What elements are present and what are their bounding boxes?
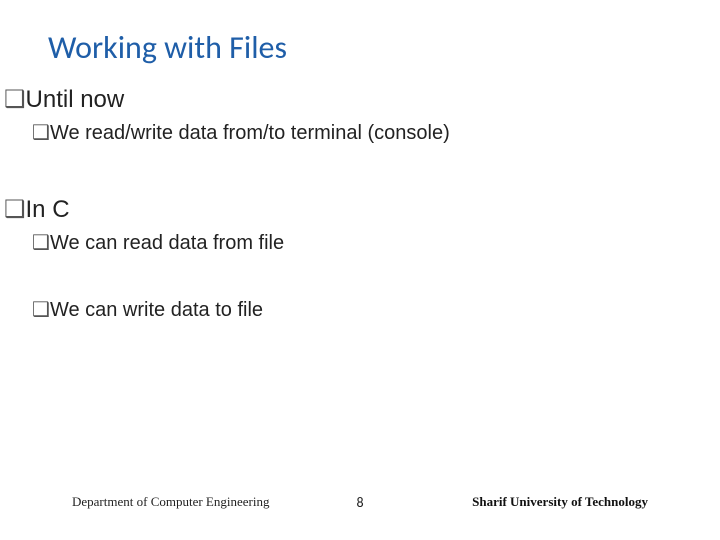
bullet-marker-icon: ❑ [4, 196, 26, 223]
bullet-marker-icon: ❑ [32, 232, 50, 254]
footer-university: Sharif University of Technology [472, 494, 648, 510]
footer-page-number: 8 [356, 494, 363, 511]
bullet-level1: ❑In C [4, 195, 672, 224]
bullet-level1: ❑Until now [4, 85, 672, 114]
slide-title: Working with Files [48, 28, 672, 67]
bullet-level2: ❑We can write data to file [32, 297, 672, 322]
bullet-text: We can write data to file [50, 299, 263, 321]
bullet-marker-icon: ❑ [32, 122, 50, 144]
footer-department: Department of Computer Engineering [72, 494, 269, 510]
bullet-text: We read/write data from/to terminal (con… [50, 122, 450, 144]
slide-content: ❑Until now ❑We read/write data from/to t… [4, 85, 672, 322]
bullet-marker-icon: ❑ [32, 299, 50, 321]
bullet-level2: ❑We read/write data from/to terminal (co… [32, 120, 672, 145]
slide: Working with Files ❑Until now ❑We read/w… [0, 0, 720, 540]
bullet-text: We can read data from file [50, 232, 284, 254]
bullet-text: Until now [26, 86, 125, 113]
bullet-marker-icon: ❑ [4, 86, 26, 113]
bullet-level2: ❑We can read data from file [32, 230, 672, 255]
slide-footer: Department of Computer Engineering 8 Sha… [0, 494, 720, 510]
bullet-text: In C [26, 196, 70, 223]
